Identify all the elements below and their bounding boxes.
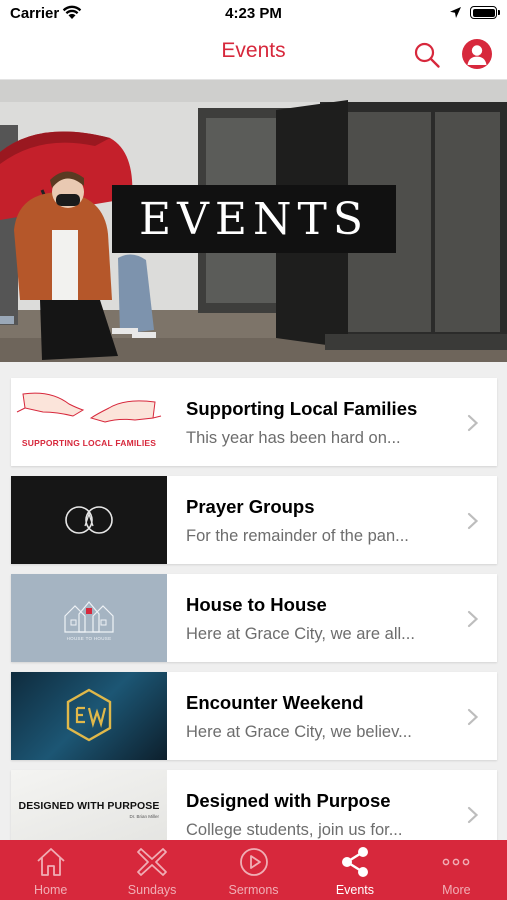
event-thumbnail: HOUSE TO HOUSE <box>11 574 167 662</box>
tab-bar: Home Sundays Sermons Events More <box>0 840 507 900</box>
event-thumbnail: SUPPORTING LOCAL FAMILIES <box>11 378 167 466</box>
tab-label: Events <box>335 883 375 897</box>
tab-events[interactable]: Events <box>304 840 405 900</box>
event-card-prayer-groups[interactable]: Prayer Groups For the remainder of the p… <box>11 476 497 564</box>
event-text: Encounter Weekend Here at Grace City, we… <box>167 672 497 760</box>
event-title: Designed with Purpose <box>186 790 391 811</box>
tab-label: More <box>442 883 471 897</box>
event-description: This year has been hard on... <box>186 429 401 447</box>
event-title: Prayer Groups <box>186 496 315 517</box>
encounter-weekend-logo <box>66 688 112 742</box>
hero-title-box: EVENTS <box>112 185 396 253</box>
event-description: For the remainder of the pan... <box>186 527 409 545</box>
events-list: SUPPORTING LOCAL FAMILIES Supporting Loc… <box>11 378 497 868</box>
tab-label: Sermons <box>228 883 279 897</box>
thumb-caption: HOUSE TO HOUSE <box>66 636 112 641</box>
hero-banner: EVENTS <box>0 80 507 362</box>
events-screen: Carrier 4:23 PM Events EVENTS SUPPORTING… <box>0 0 507 900</box>
thumb-caption: DESIGNED WITH PURPOSE <box>18 800 160 812</box>
event-text: House to House Here at Grace City, we ar… <box>167 574 497 662</box>
profile-button[interactable] <box>462 39 492 69</box>
thumb-subcaption: Dr. Brian Miller <box>129 814 159 819</box>
helping-hands-illustration <box>16 392 162 423</box>
thumb-caption: SUPPORTING LOCAL FAMILIES <box>21 438 157 448</box>
event-thumbnail <box>11 476 167 564</box>
tab-label: Sundays <box>127 883 177 897</box>
share-icon <box>341 847 368 877</box>
location-arrow-icon <box>450 7 461 18</box>
profile-icon <box>467 45 487 65</box>
event-description: Here at Grace City, we are all... <box>186 625 415 643</box>
search-icon[interactable] <box>412 40 442 70</box>
hero-title: EVENTS <box>138 193 369 245</box>
status-right <box>449 6 500 19</box>
event-text: Supporting Local Families This year has … <box>167 378 497 466</box>
houses-illustration <box>64 601 114 633</box>
chevron-right-icon <box>467 512 479 530</box>
tab-sundays[interactable]: Sundays <box>101 840 202 900</box>
nav-bar: Events <box>0 28 507 80</box>
tab-sermons[interactable]: Sermons <box>203 840 304 900</box>
event-card-supporting-local-families[interactable]: SUPPORTING LOCAL FAMILIES Supporting Loc… <box>11 378 497 466</box>
event-description: College students, join us for... <box>186 821 403 839</box>
chevron-right-icon <box>467 414 479 432</box>
rings-logo <box>65 506 113 534</box>
more-dots-icon <box>442 858 470 866</box>
event-text: Prayer Groups For the remainder of the p… <box>167 476 497 564</box>
event-title: House to House <box>186 594 327 615</box>
event-title: Supporting Local Families <box>186 398 418 419</box>
tab-home[interactable]: Home <box>0 840 101 900</box>
tab-label: Home <box>34 883 68 897</box>
status-bar: Carrier 4:23 PM <box>0 0 507 28</box>
chevron-right-icon <box>467 708 479 726</box>
chevron-right-icon <box>467 610 479 628</box>
event-title: Encounter Weekend <box>186 692 364 713</box>
event-description: Here at Grace City, we believ... <box>186 723 412 741</box>
home-icon <box>37 848 65 876</box>
event-card-encounter-weekend[interactable]: Encounter Weekend Here at Grace City, we… <box>11 672 497 760</box>
tab-more[interactable]: More <box>406 840 507 900</box>
status-time: 4:23 PM <box>225 5 282 22</box>
event-card-house-to-house[interactable]: HOUSE TO HOUSE House to House Here at Gr… <box>11 574 497 662</box>
sundays-icon <box>137 848 168 876</box>
play-circle-icon <box>239 848 268 876</box>
battery-icon <box>470 6 500 19</box>
chevron-right-icon <box>467 806 479 824</box>
event-thumbnail <box>11 672 167 760</box>
